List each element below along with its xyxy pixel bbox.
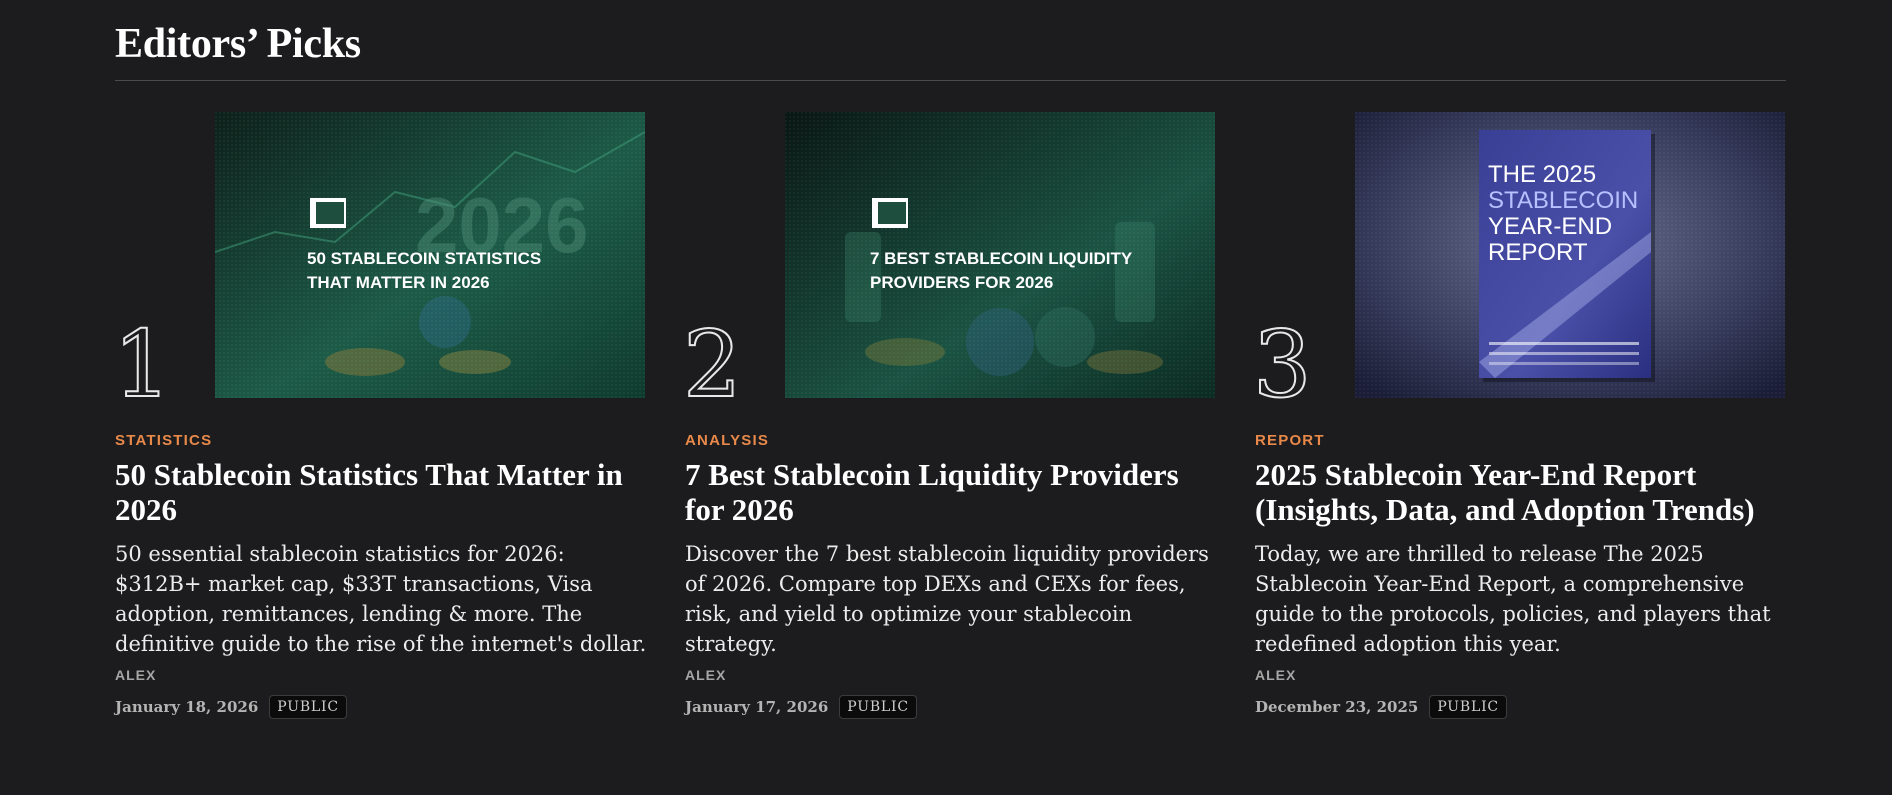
article-thumbnail[interactable]: 2026 50 STABLECOIN STATISTICS THAT MATTE… [215,112,645,398]
article-thumbnail[interactable]: THE 2025 STABLECOIN YEAR-END REPORT [1355,112,1785,398]
article-excerpt: 50 essential stablecoin statistics for 2… [115,542,647,656]
rank-number: 3 [1252,311,1313,418]
svg-text:50 STABLECOIN STATISTICS: 50 STABLECOIN STATISTICS [307,249,541,268]
article-date: January 17, 2026 [685,698,829,716]
category-tag[interactable]: REPORT [1255,432,1795,449]
rank-number: 2 [682,311,743,418]
section-title: Editors’ Picks [115,21,361,67]
article-author[interactable]: ALEX [115,667,655,683]
svg-text:YEAR-END: YEAR-END [1488,213,1612,240]
visibility-badge: PUBLIC [269,695,347,719]
visibility-badge: PUBLIC [1429,695,1507,719]
brand-logo [310,198,346,228]
rank-number: 1 [112,311,173,418]
article-author[interactable]: ALEX [685,667,1225,683]
report-cover: THE 2025 STABLECOIN YEAR-END REPORT [1479,130,1655,382]
article-date: January 18, 2026 [115,698,259,716]
svg-text:REPORT: REPORT [1488,239,1588,266]
article-title[interactable]: 2025 Stablecoin Year-End Report (Insight… [1255,457,1795,527]
article-title[interactable]: 7 Best Stablecoin Liquidity Providers fo… [685,457,1225,527]
article-date: December 23, 2025 [1255,698,1419,716]
visibility-badge: PUBLIC [839,695,917,719]
article-excerpt: Discover the 7 best stablecoin liquidity… [685,542,1209,656]
article-author[interactable]: ALEX [1255,667,1795,683]
article-title[interactable]: 50 Stablecoin Statistics That Matter in … [115,457,655,527]
section-divider [115,80,1786,81]
category-tag[interactable]: ANALYSIS [685,432,1225,449]
svg-text:PROVIDERS FOR 2026: PROVIDERS FOR 2026 [870,273,1053,292]
article-excerpt: Today, we are thrilled to release The 20… [1255,542,1771,656]
brand-logo [872,198,908,228]
svg-text:7 BEST STABLECOIN LIQUIDITY: 7 BEST STABLECOIN LIQUIDITY [870,249,1133,268]
article-thumbnail[interactable]: 7 BEST STABLECOIN LIQUIDITY PROVIDERS FO… [785,112,1215,398]
svg-text:STABLECOIN: STABLECOIN [1488,187,1638,214]
category-tag[interactable]: STATISTICS [115,432,655,449]
svg-text:THE 2025: THE 2025 [1488,161,1596,188]
svg-text:THAT MATTER IN 2026: THAT MATTER IN 2026 [307,273,490,292]
